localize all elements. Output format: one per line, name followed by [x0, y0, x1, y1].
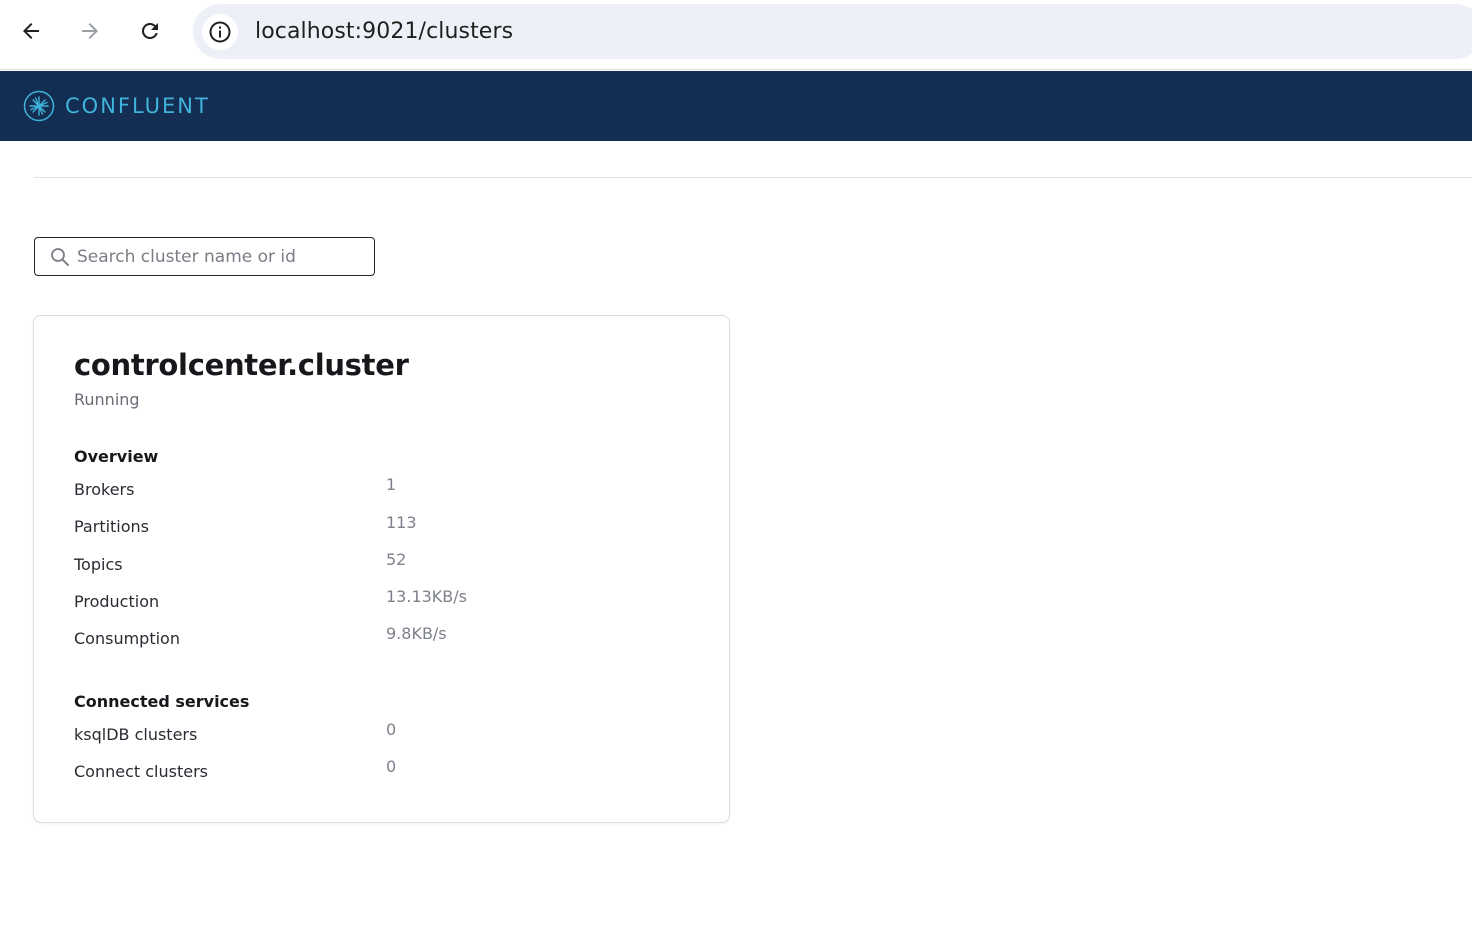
reload-icon — [141, 22, 158, 39]
app-header: CONFLUENT — [0, 71, 1472, 141]
stat-value-production: 13.13KB/s — [386, 587, 467, 606]
info-icon — [209, 21, 231, 43]
address-bar[interactable]: localhost:9021/clusters — [193, 4, 1472, 59]
stat-label-ksqldb-clusters: ksqlDB clusters — [74, 725, 198, 744]
page-divider — [34, 177, 1472, 178]
reload-button[interactable] — [131, 12, 169, 50]
arrow-right-icon — [82, 23, 98, 39]
overview-heading: Overview — [74, 447, 159, 466]
stat-value-topics: 52 — [386, 550, 407, 569]
stat-label-production: Production — [74, 592, 160, 611]
cluster-search[interactable] — [34, 237, 375, 276]
cluster-name[interactable]: controlcenter.cluster — [74, 348, 409, 382]
forward-button[interactable] — [71, 12, 109, 50]
stat-value-brokers: 1 — [386, 475, 397, 494]
site-info-button[interactable] — [202, 14, 238, 50]
arrow-left-icon — [23, 23, 39, 39]
stat-label-consumption: Consumption — [74, 629, 180, 648]
stat-label-brokers: Brokers — [74, 480, 135, 499]
confluent-logo-icon — [23, 90, 55, 122]
search-icon — [51, 248, 69, 266]
back-button[interactable] — [12, 12, 50, 50]
search-input[interactable] — [77, 238, 367, 275]
browser-toolbar: localhost:9021/clusters — [0, 0, 1472, 70]
stat-value-partitions: 113 — [386, 513, 417, 532]
stat-label-partitions: Partitions — [74, 517, 150, 536]
url-text[interactable]: localhost:9021/clusters — [255, 19, 513, 44]
stat-value-connect-clusters: 0 — [386, 757, 397, 776]
cluster-card[interactable]: controlcenter.cluster Running Overview B… — [33, 315, 730, 823]
connected-services-heading: Connected services — [74, 692, 250, 711]
brand-name: CONFLUENT — [65, 94, 210, 118]
stat-value-ksqldb-clusters: 0 — [386, 720, 397, 739]
stat-value-consumption: 9.8KB/s — [386, 624, 447, 643]
stat-label-connect-clusters: Connect clusters — [74, 762, 208, 781]
confluent-logo[interactable]: CONFLUENT — [23, 90, 210, 122]
cluster-status: Running — [74, 390, 140, 409]
stat-label-topics: Topics — [74, 555, 123, 574]
